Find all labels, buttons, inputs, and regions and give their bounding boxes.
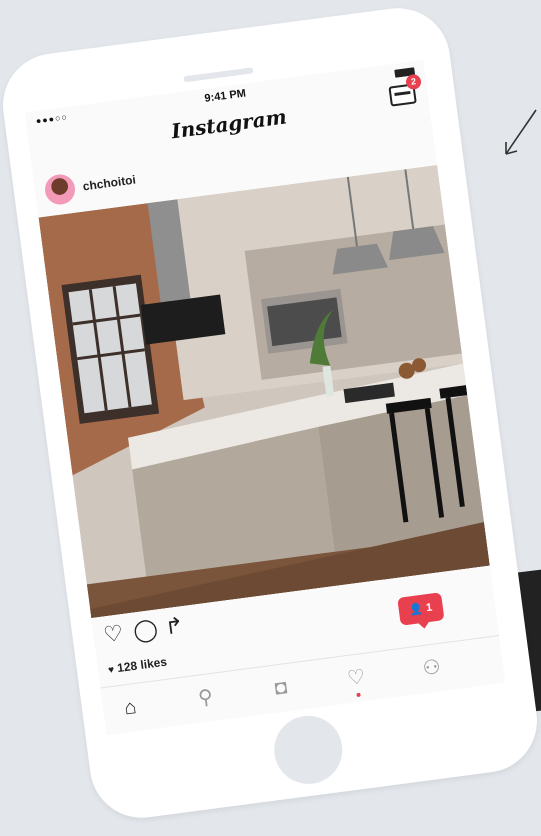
- notification-count: 1: [425, 601, 433, 615]
- likes-text: 128 likes: [116, 654, 168, 676]
- comment-icon[interactable]: ◯: [132, 616, 160, 644]
- activity-indicator-dot: [356, 692, 361, 698]
- activity-heart-icon[interactable]: ♡: [340, 665, 373, 691]
- post-username[interactable]: chchoitoi: [82, 173, 137, 194]
- post-photo[interactable]: [38, 165, 490, 619]
- heart-icon[interactable]: ♡: [102, 620, 125, 647]
- phone-mockup: ●●●○○ 9:41 PM Instagram 2 ... chchoitoi: [0, 1, 541, 825]
- avatar[interactable]: [43, 172, 77, 207]
- activity-notification-badge[interactable]: 👤 1: [397, 592, 445, 626]
- search-icon[interactable]: ⚲: [189, 685, 222, 711]
- arrow-icon: [505, 109, 537, 155]
- camera-icon[interactable]: ◘: [265, 675, 298, 701]
- kitchen-photo-illustration: [38, 165, 490, 619]
- app-screen: ●●●○○ 9:41 PM Instagram 2 ... chchoitoi: [24, 59, 506, 736]
- profile-icon[interactable]: ⚇: [415, 655, 448, 681]
- inbox-icon[interactable]: 2: [388, 73, 422, 107]
- person-icon: 👤: [408, 602, 424, 617]
- heart-icon: ♥: [107, 664, 115, 677]
- likes-count[interactable]: ♥ 128 likes: [107, 655, 168, 677]
- home-icon[interactable]: ⌂: [114, 695, 147, 721]
- share-icon[interactable]: ↱: [163, 612, 185, 639]
